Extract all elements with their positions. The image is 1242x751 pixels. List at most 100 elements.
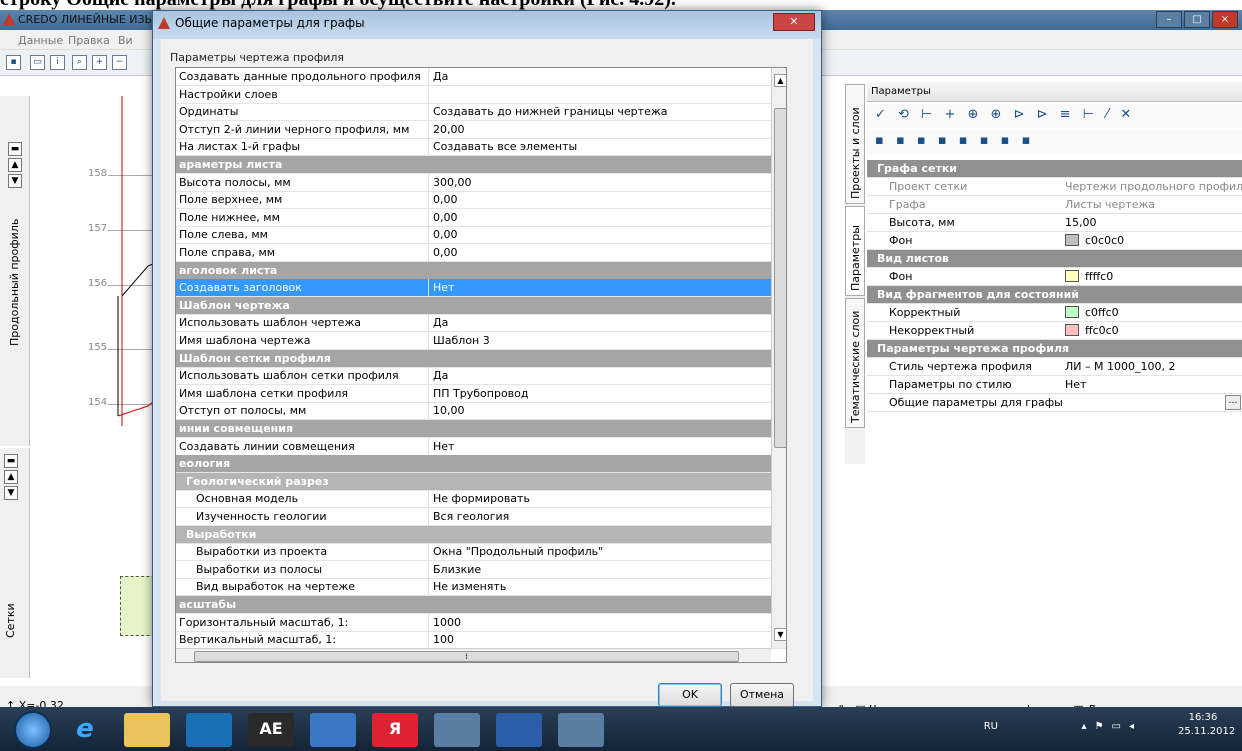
start-button[interactable] — [14, 711, 52, 749]
property-row[interactable]: Использовать шаблон сетки профиля Да — [176, 367, 786, 386]
property-value[interactable]: Нет — [433, 281, 454, 294]
property-row[interactable]: Поле справа, мм 0,00 — [176, 244, 786, 262]
property-value[interactable]: Да — [433, 369, 448, 382]
param-row[interactable]: Общие параметры для графы… — [867, 394, 1242, 412]
scroll-thumb[interactable]: ⁞ — [194, 651, 739, 662]
property-row[interactable]: Использовать шаблон чертежа Да — [176, 314, 786, 333]
param-row[interactable]: Фон ffffc0 — [867, 268, 1242, 286]
menu-item-view[interactable]: Ви — [118, 34, 133, 47]
color-swatch[interactable] — [1065, 306, 1079, 318]
zoom-in-icon[interactable]: + — [92, 55, 107, 70]
yandex-icon[interactable]: Я — [372, 713, 418, 747]
property-row[interactable]: Выработки из проекта Окна "Продольный про… — [176, 543, 786, 562]
zoom-out-icon[interactable]: − — [112, 55, 127, 70]
scroll-up-icon[interactable]: ▲ — [774, 74, 786, 87]
property-row[interactable]: Вертикальный масштаб, 1: 100 — [176, 631, 786, 650]
property-value[interactable]: Близкие — [433, 563, 481, 576]
property-row[interactable]: Поле слева, мм 0,00 — [176, 226, 786, 245]
explorer-icon[interactable] — [124, 713, 170, 747]
property-row[interactable]: Отступ 2-й линии черного профиля, мм 20,0… — [176, 120, 786, 139]
minimize-icon[interactable]: – — [1156, 11, 1182, 28]
property-value[interactable]: Нет — [433, 440, 454, 453]
parameters-toolbar-1[interactable]: ✓ ⟲ ⊢ + ⊕ ⊕ ⊳ ⊳ ≡ ⊢ ⁄ ✕ — [867, 104, 1242, 128]
param-value[interactable]: Чертежи продольного профиля — [1065, 180, 1242, 193]
ok-button[interactable]: OK — [658, 683, 722, 707]
property-value[interactable]: Создавать все элементы — [433, 140, 577, 153]
property-value[interactable]: Да — [433, 70, 448, 83]
property-value[interactable]: 0,00 — [433, 211, 458, 224]
property-row[interactable]: На листах 1-й графы Создавать все элемент… — [176, 138, 786, 157]
property-value[interactable]: Да — [433, 316, 448, 329]
param-value[interactable]: 15,00 — [1065, 216, 1097, 229]
property-value[interactable]: Окна "Продольный профиль" — [433, 545, 603, 558]
color-swatch[interactable] — [1065, 324, 1079, 336]
up-arrow-icon[interactable]: ▲ — [8, 158, 22, 172]
ie-icon[interactable]: e — [62, 713, 108, 747]
property-row[interactable]: Вид выработок на чертеже Не изменять — [176, 578, 786, 597]
ae-icon[interactable]: AE — [248, 713, 294, 747]
property-row[interactable]: Изученность геологии Вся геология — [176, 508, 786, 526]
property-row[interactable]: Выработки из полосы Близкие — [176, 560, 786, 579]
property-value[interactable]: 10,00 — [433, 404, 465, 417]
property-value[interactable]: ПП Трубопровод — [433, 387, 529, 400]
tab-parameters[interactable]: Параметры — [845, 206, 865, 296]
property-row[interactable]: Ординаты Создавать до нижней границы черт… — [176, 103, 786, 122]
param-row[interactable]: Графа Листы чертежа — [867, 196, 1242, 214]
tab-thematic-layers[interactable]: Тематические слои — [845, 298, 865, 428]
parameters-toolbar-2[interactable]: ▪ ▪ ▪ ▪ ▪ ▪ ▪ ▪ — [867, 130, 1242, 154]
menu-item-data[interactable]: Данные — [18, 34, 63, 47]
param-row[interactable]: Высота, мм 15,00 — [867, 214, 1242, 232]
param-row[interactable]: Некорректный ffc0c0 — [867, 322, 1242, 340]
property-value[interactable]: 0,00 — [433, 228, 458, 241]
property-row[interactable]: Создавать линии совмещения Нет — [176, 437, 786, 456]
param-row[interactable]: Стиль чертежа профиля ЛИ – М 1000_100, 2 — [867, 358, 1242, 376]
tray-icons[interactable]: ▴⚑▭◂ — [1082, 721, 1142, 732]
zoom-window-icon[interactable]: ⌕ — [72, 55, 87, 70]
property-row[interactable]: Создавать данные продольного профиля Да — [176, 68, 786, 86]
collapse-icon[interactable]: ▬ — [4, 454, 18, 468]
property-value[interactable]: 0,00 — [433, 246, 458, 259]
ellipsis-button[interactable]: … — [1225, 395, 1241, 410]
word-icon[interactable] — [496, 713, 542, 747]
property-value[interactable]: Не формировать — [433, 492, 530, 505]
clock[interactable]: 16:36 25.11.2012 — [1178, 711, 1235, 739]
param-value[interactable]: ffffc0 — [1065, 270, 1113, 283]
down-arrow-icon[interactable]: ▼ — [8, 174, 22, 188]
property-row[interactable]: Горизонтальный масштаб, 1: 1000 — [176, 613, 786, 632]
property-value[interactable]: 100 — [433, 633, 454, 646]
property-value[interactable]: 0,00 — [433, 193, 458, 206]
menu-item-edit[interactable]: Правка — [68, 34, 110, 47]
info-icon[interactable]: i — [50, 55, 65, 70]
param-value[interactable]: c0ffc0 — [1065, 306, 1119, 319]
property-row[interactable]: Поле нижнее, мм 0,00 — [176, 208, 786, 227]
property-value[interactable]: Не изменять — [433, 580, 506, 593]
property-row[interactable]: Отступ от полосы, мм 10,00 — [176, 402, 786, 421]
param-value[interactable]: Листы чертежа — [1065, 198, 1155, 211]
color-swatch[interactable] — [1065, 234, 1079, 246]
param-row[interactable]: Проект сетки Чертежи продольного профиля — [867, 178, 1242, 196]
property-value[interactable]: Шаблон 3 — [433, 334, 490, 347]
color-swatch[interactable] — [1065, 270, 1079, 282]
property-row[interactable]: Высота полосы, мм 300,00 — [176, 173, 786, 192]
property-value[interactable]: 300,00 — [433, 176, 472, 189]
lang-indicator[interactable]: RU — [984, 721, 998, 732]
scroll-down-icon[interactable]: ▼ — [774, 628, 786, 641]
cancel-button[interactable]: Отмена — [730, 683, 794, 707]
vertical-scrollbar[interactable]: ▲ ▼ — [771, 68, 786, 648]
tab-projects-layers[interactable]: Проекты и слои — [845, 84, 865, 204]
maximize-icon[interactable]: □ — [1184, 11, 1210, 28]
app-icon[interactable] — [558, 713, 604, 747]
property-value[interactable]: 1000 — [433, 616, 461, 629]
scroll-thumb[interactable] — [774, 108, 786, 448]
param-row[interactable]: Параметры по стилю Нет — [867, 376, 1242, 394]
dialog-close-button[interactable]: ✕ — [773, 13, 815, 31]
property-value[interactable]: Вся геология — [433, 510, 509, 523]
save-icon[interactable]: ▪ — [6, 55, 21, 70]
param-value[interactable]: c0c0c0 — [1065, 234, 1124, 247]
param-row[interactable]: Фон c0c0c0 — [867, 232, 1242, 250]
up-arrow-icon[interactable]: ▲ — [4, 470, 18, 484]
mail-icon[interactable] — [310, 713, 356, 747]
window-icon[interactable]: ▭ — [30, 55, 45, 70]
property-row[interactable]: Настройки слоев — [176, 85, 786, 104]
collapse-icon[interactable]: ▬ — [8, 142, 22, 156]
